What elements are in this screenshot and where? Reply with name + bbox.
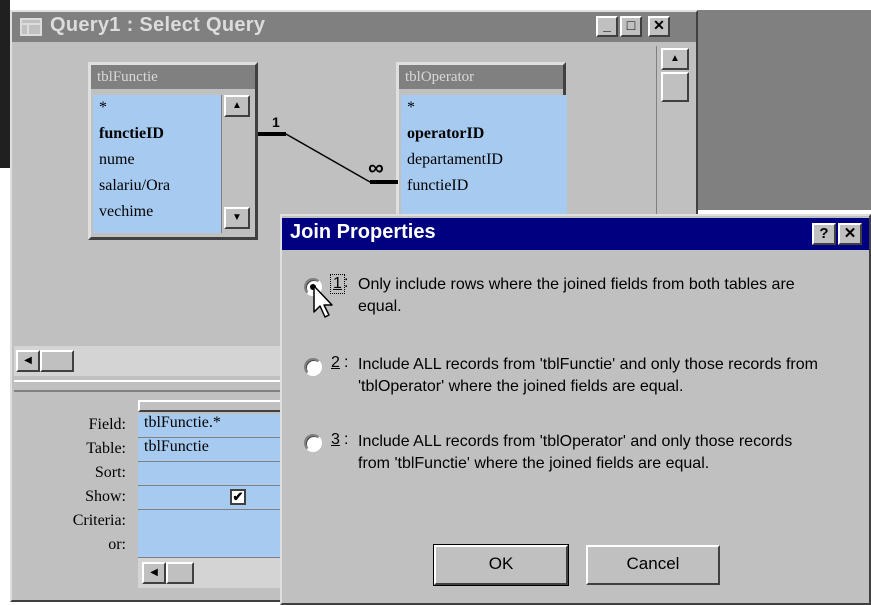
- option-1-label[interactable]: Only include rows where the joined field…: [358, 274, 828, 318]
- field-item[interactable]: functieID: [99, 121, 227, 147]
- scroll-up-button[interactable]: ▲: [661, 48, 689, 70]
- maximize-icon: □: [626, 17, 636, 33]
- background-strip: [0, 0, 10, 168]
- table-tblfunctie[interactable]: tblFunctie * functieID nume salariu/Ora …: [88, 62, 258, 240]
- field-item[interactable]: vechime: [99, 199, 227, 225]
- field-item[interactable]: nume: [99, 147, 227, 173]
- arrow-up-icon: ▲: [670, 53, 680, 64]
- grid-label-or: or:: [108, 536, 126, 553]
- maximize-button[interactable]: □: [620, 16, 642, 37]
- dialog-close-button[interactable]: ✕: [838, 223, 862, 245]
- join-properties-dialog: [280, 214, 871, 605]
- field-item[interactable]: salariu/Ora: [99, 173, 227, 199]
- option-3-number[interactable]: 3: [331, 431, 340, 449]
- option-separator: :: [344, 274, 349, 291]
- field-item[interactable]: departamentID: [407, 147, 567, 173]
- grid-label-field: Field:: [88, 416, 126, 433]
- option-separator: :: [344, 354, 349, 371]
- scroll-left-button[interactable]: ◀: [142, 562, 166, 584]
- one-side-label: 1: [272, 114, 280, 130]
- grid-table-cell[interactable]: tblFunctie: [138, 438, 280, 462]
- arrow-up-icon: ▲: [232, 100, 242, 111]
- grid-field-cell[interactable]: tblFunctie.*: [138, 414, 280, 438]
- scroll-up-button[interactable]: ▲: [224, 95, 250, 117]
- field-list[interactable]: * functieID nume salariu/Ora vechime: [93, 95, 227, 233]
- grid-hscrollbar[interactable]: ◀: [138, 558, 280, 588]
- table-title[interactable]: tblOperator: [399, 65, 563, 89]
- arrow-left-icon: ◀: [24, 355, 32, 366]
- help-icon: ?: [819, 225, 829, 242]
- field-item[interactable]: operatorID: [407, 121, 567, 147]
- column-selector[interactable]: [138, 400, 282, 412]
- option-3-label[interactable]: Include ALL records from 'tblOperator' a…: [358, 431, 828, 475]
- field-item[interactable]: *: [407, 95, 567, 121]
- grid-label-criteria: Criteria:: [72, 512, 126, 529]
- close-icon: ✕: [653, 17, 665, 33]
- scroll-down-button[interactable]: ▼: [224, 207, 250, 229]
- field-item[interactable]: functieID: [407, 173, 567, 199]
- show-checkbox[interactable]: ✔: [230, 489, 246, 505]
- hscroll-thumb[interactable]: [40, 350, 74, 372]
- arrow-down-icon: ▼: [232, 212, 242, 223]
- option-separator: :: [344, 431, 349, 448]
- minimize-icon: _: [603, 17, 611, 33]
- arrow-left-icon: ◀: [150, 567, 158, 578]
- grid-label-sort: Sort:: [94, 464, 126, 481]
- option-3-radio[interactable]: [304, 434, 322, 452]
- option-2-radio[interactable]: [304, 358, 322, 376]
- close-icon: ✕: [843, 225, 857, 242]
- table-tbloperator[interactable]: tblOperator * operatorID departamentID f…: [396, 62, 567, 222]
- minimize-button[interactable]: _: [596, 16, 618, 37]
- pane-hscrollbar[interactable]: ◀: [14, 346, 280, 376]
- mouse-pointer-icon: [313, 285, 333, 318]
- field-list[interactable]: * operatorID departamentID functieID: [401, 95, 567, 219]
- option-2-label[interactable]: Include ALL records from 'tblFunctie' an…: [358, 354, 828, 398]
- workspace-background: [698, 10, 871, 210]
- scroll-thumb[interactable]: [661, 72, 689, 102]
- many-side-label: ∞: [368, 155, 384, 180]
- hscroll-thumb[interactable]: [166, 562, 194, 584]
- grid-criteria-cell[interactable]: [138, 510, 280, 558]
- grid-label-table: Table:: [86, 440, 126, 457]
- window-title: Query1 : Select Query: [50, 14, 266, 36]
- table-title[interactable]: tblFunctie: [91, 65, 255, 89]
- grid-table-value: tblFunctie: [144, 438, 209, 455]
- scroll-left-button[interactable]: ◀: [16, 350, 40, 372]
- dialog-title: Join Properties: [290, 221, 436, 243]
- close-button[interactable]: ✕: [648, 16, 670, 37]
- cancel-button[interactable]: Cancel: [586, 545, 720, 585]
- grid-field-value: tblFunctie.*: [144, 414, 221, 431]
- grid-show-cell[interactable]: ✔: [138, 486, 280, 510]
- help-button[interactable]: ?: [812, 223, 836, 245]
- grid-sort-cell[interactable]: [138, 462, 280, 486]
- ok-button[interactable]: OK: [433, 544, 569, 586]
- option-2-number[interactable]: 2: [331, 354, 340, 372]
- field-item[interactable]: *: [99, 95, 227, 121]
- field-list-scrollbar[interactable]: ▲ ▼: [221, 95, 253, 233]
- check-icon: ✔: [232, 489, 244, 504]
- grid-label-show: Show:: [85, 488, 126, 505]
- query-icon: [20, 18, 42, 36]
